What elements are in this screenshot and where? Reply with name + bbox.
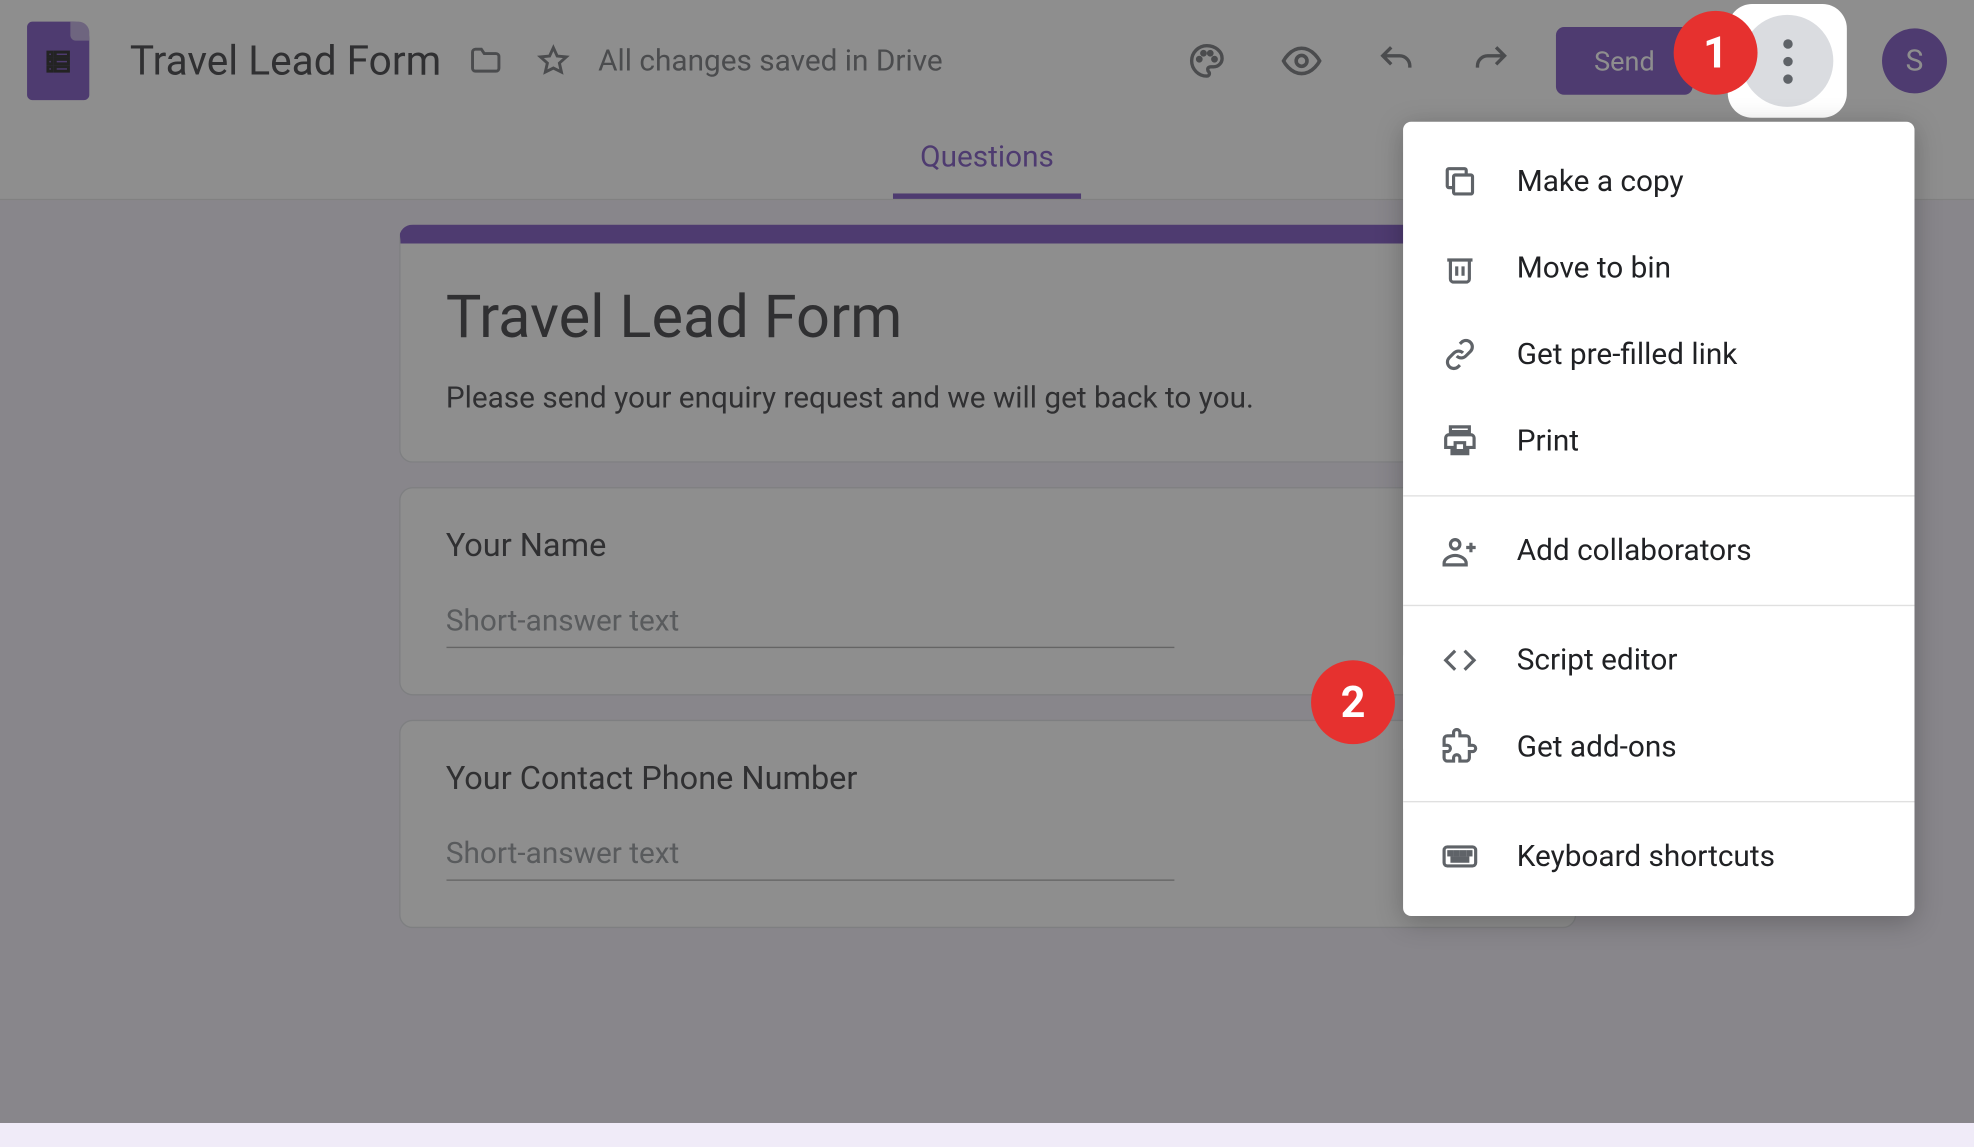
- customize-theme-icon[interactable]: [1177, 31, 1237, 91]
- menu-label: Add collaborators: [1517, 534, 1752, 568]
- forms-logo[interactable]: [27, 22, 89, 100]
- callout-1: 1: [1674, 11, 1758, 95]
- menu-label: Move to bin: [1517, 251, 1671, 285]
- menu-divider: [1403, 801, 1914, 802]
- form-description[interactable]: Please send your enquiry request and we …: [446, 382, 1528, 416]
- menu-label: Get pre-filled link: [1517, 338, 1738, 372]
- menu-divider: [1403, 495, 1914, 496]
- menu-keyboard-shortcuts[interactable]: Keyboard shortcuts: [1403, 813, 1914, 900]
- question-card[interactable]: Your Contact Phone Number Short-answer t…: [398, 720, 1575, 928]
- keyboard-icon: [1441, 838, 1479, 876]
- account-avatar[interactable]: S: [1882, 28, 1947, 93]
- menu-print[interactable]: Print: [1403, 398, 1914, 485]
- extension-icon: [1441, 728, 1479, 766]
- question-card[interactable]: Your Name Short-answer text: [398, 487, 1575, 695]
- menu-get-addons[interactable]: Get add-ons: [1403, 704, 1914, 791]
- preview-icon[interactable]: [1272, 31, 1332, 91]
- menu-label: Keyboard shortcuts: [1517, 840, 1775, 874]
- tab-questions[interactable]: Questions: [893, 122, 1081, 199]
- menu-script-editor[interactable]: Script editor: [1403, 617, 1914, 704]
- redo-icon[interactable]: [1461, 31, 1521, 91]
- folder-icon[interactable]: [468, 43, 503, 78]
- print-icon: [1441, 422, 1479, 460]
- send-button[interactable]: Send: [1556, 27, 1692, 95]
- more-options-menu: Make a copy Move to bin Get pre-filled l…: [1403, 122, 1914, 916]
- copy-icon: [1441, 162, 1479, 200]
- code-icon: [1441, 641, 1479, 679]
- form-header-card[interactable]: Travel Lead Form Please send your enquir…: [398, 225, 1575, 463]
- menu-move-to-bin[interactable]: Move to bin: [1403, 225, 1914, 312]
- save-status: All changes saved in Drive: [598, 44, 943, 78]
- short-answer-placeholder: Short-answer text: [446, 605, 1174, 648]
- menu-divider: [1403, 605, 1914, 606]
- trash-icon: [1441, 249, 1479, 287]
- menu-label: Script editor: [1517, 643, 1678, 677]
- short-answer-placeholder: Short-answer text: [446, 838, 1174, 881]
- star-icon[interactable]: [536, 43, 571, 78]
- more-vertical-icon: [1783, 39, 1792, 84]
- document-title[interactable]: Travel Lead Form: [130, 37, 441, 84]
- question-label: Your Name: [446, 526, 1528, 564]
- menu-add-collaborators[interactable]: Add collaborators: [1403, 507, 1914, 594]
- menu-prefilled-link[interactable]: Get pre-filled link: [1403, 311, 1914, 398]
- menu-make-copy[interactable]: Make a copy: [1403, 138, 1914, 225]
- question-label: Your Contact Phone Number: [446, 759, 1528, 797]
- menu-label: Print: [1517, 424, 1579, 458]
- undo-icon[interactable]: [1367, 31, 1427, 91]
- menu-label: Get add-ons: [1517, 730, 1677, 764]
- callout-2: 2: [1311, 660, 1395, 744]
- person-add-icon: [1441, 532, 1479, 570]
- link-icon: [1441, 336, 1479, 374]
- form-title[interactable]: Travel Lead Form: [446, 281, 1528, 351]
- menu-label: Make a copy: [1517, 164, 1684, 198]
